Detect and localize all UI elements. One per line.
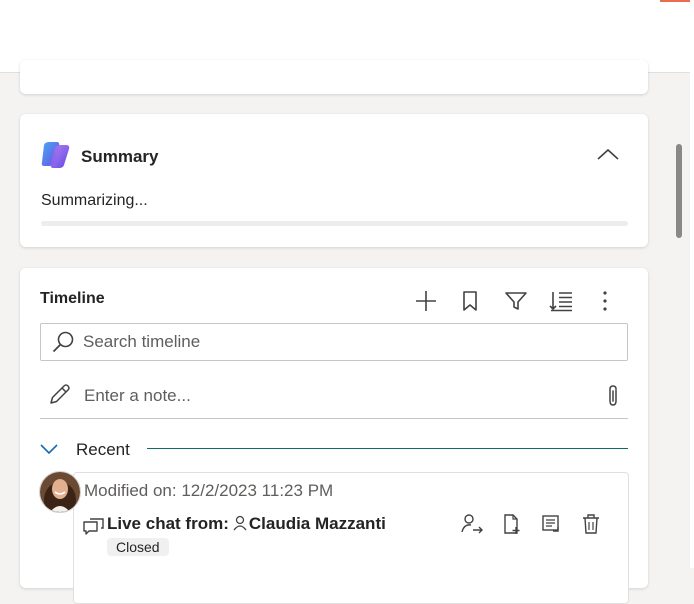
pencil-icon: [48, 382, 72, 411]
live-chat-icon: [82, 516, 104, 543]
chevron-down-icon[interactable]: [40, 442, 58, 460]
summary-card: Summary Summarizing...: [20, 114, 648, 247]
copilot-icon: [40, 140, 72, 170]
recent-divider: [147, 448, 628, 449]
right-edge: [690, 0, 694, 568]
more-options-icon[interactable]: [592, 288, 618, 314]
add-to-queue-icon[interactable]: [499, 511, 525, 537]
avatar: [39, 471, 81, 513]
summary-progress: [41, 221, 628, 226]
summary-status: Summarizing...: [41, 192, 148, 209]
timeline-card: Timeline Recent: [20, 268, 648, 604]
person-icon: [233, 515, 247, 536]
delete-icon[interactable]: [578, 511, 604, 537]
activity-title[interactable]: Live chat from: Claudia Mazzanti: [107, 514, 386, 536]
modified-timestamp: Modified on: 12/2/2023 11:23 PM: [84, 481, 334, 500]
status-badge: Closed: [107, 538, 169, 556]
add-icon[interactable]: [413, 288, 439, 314]
previous-card: [20, 60, 648, 94]
bookmark-icon[interactable]: [457, 288, 483, 314]
note-row: [40, 374, 628, 419]
chevron-up-icon[interactable]: [596, 146, 620, 164]
scrollbar-thumb[interactable]: [676, 144, 682, 238]
search-input[interactable]: [83, 324, 613, 360]
assign-icon[interactable]: [459, 511, 485, 537]
summary-title: Summary: [81, 147, 159, 166]
open-record-icon[interactable]: [539, 511, 565, 537]
accent-strip: [660, 0, 690, 2]
activity-title-prefix: Live chat from:: [107, 514, 229, 533]
contact-name[interactable]: Claudia Mazzanti: [249, 514, 386, 533]
sort-icon[interactable]: [548, 288, 574, 314]
filter-icon[interactable]: [503, 288, 529, 314]
search-icon: [51, 330, 75, 359]
note-input[interactable]: [84, 382, 584, 410]
timeline-title: Timeline: [40, 290, 105, 307]
timeline-search: [40, 323, 628, 361]
paperclip-icon[interactable]: [606, 384, 620, 413]
recent-section-label[interactable]: Recent: [76, 440, 130, 460]
